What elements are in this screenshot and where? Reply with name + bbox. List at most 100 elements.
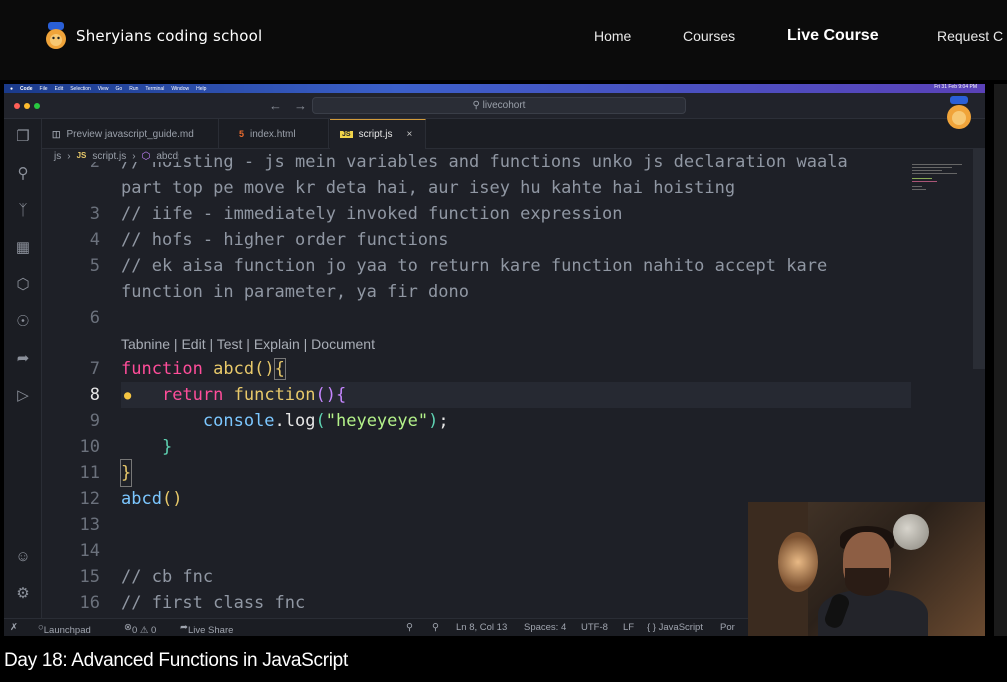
menu-run: Run: [129, 85, 139, 92]
line-number: 8: [89, 385, 100, 405]
source-control-icon: ᛉ: [18, 202, 28, 219]
code-line: return function(){: [161, 385, 347, 405]
menu-view: View: [97, 85, 109, 92]
code-line: console.log("heyeyeye");: [202, 411, 449, 431]
account-icon: ☺: [15, 548, 31, 565]
code-line: // cb fnc: [121, 567, 214, 587]
editor-scrollbar: [973, 149, 985, 369]
menu-help: Help: [196, 85, 207, 92]
forward-arrow-icon: →: [294, 98, 307, 113]
lamp: [778, 532, 818, 592]
code-line: abcd(): [121, 489, 183, 509]
run-debug-icon: ▷: [17, 387, 29, 404]
tab-preview: ◫ Preview javascript_guide.md: [42, 119, 219, 149]
line-number: 4: [89, 230, 100, 250]
close-dot: [14, 103, 20, 109]
cursor-position: Ln 8, Col 13: [456, 622, 508, 633]
code-line: part top pe move kr deta hai, aur isey h…: [121, 178, 736, 198]
line-number: 7: [89, 359, 100, 379]
language-mode: { } JavaScript: [647, 622, 703, 633]
tab-label: Preview javascript_guide.md: [66, 128, 194, 140]
problems-count: 0 ⚠ 0: [131, 625, 157, 636]
zoom-dot: [34, 103, 40, 109]
zoom-icon: ⚲: [432, 622, 439, 633]
crumb-folder: js: [54, 151, 62, 162]
encoding: UTF-8: [581, 622, 608, 633]
clock: Fri 31 Feb 9:04 PM: [934, 84, 977, 90]
js-icon: JS: [340, 131, 353, 138]
vscode-titlebar: ← → ⚲ livecohort: [4, 93, 985, 119]
line-number: 10: [79, 437, 100, 457]
menu-window: Window: [171, 85, 190, 92]
line-number: 9: [89, 411, 100, 431]
nav-request[interactable]: Request C: [937, 28, 1003, 44]
code-line: }: [121, 437, 173, 457]
explorer-icon: ❐: [16, 128, 30, 145]
menu-edit: Edit: [54, 85, 64, 92]
command-center-search: ⚲ livecohort: [312, 97, 686, 114]
settings-gear-icon: ⚙: [16, 585, 30, 602]
menu-file: File: [39, 85, 48, 92]
code-line: // hofs - higher order functions: [121, 230, 449, 250]
liveshare-label: Live Share: [187, 625, 234, 636]
line-number: 3: [89, 204, 100, 224]
code-line: function in parameter, ya fir dono: [121, 282, 469, 302]
html-icon: 5: [239, 129, 245, 139]
site-header: Sheryians coding school Home Courses Liv…: [0, 0, 1007, 80]
editor-tabs: ◫ Preview javascript_guide.md 5 index.ht…: [42, 119, 985, 149]
port-status: Por: [720, 622, 735, 633]
minimize-dot: [24, 103, 30, 109]
remote-icon: ✗: [10, 622, 18, 633]
close-tab-icon: ×: [406, 129, 413, 140]
code-line: function abcd(){: [121, 358, 286, 380]
line-ending: LF: [623, 622, 635, 633]
preview-icon: ◫: [52, 128, 61, 139]
pin-icon: ⚲: [406, 622, 413, 633]
nav-home[interactable]: Home: [594, 28, 631, 44]
menu-go: Go: [115, 85, 123, 92]
git-graph-icon: ☉: [16, 313, 30, 330]
search-icon: ⚲: [17, 165, 29, 182]
apple-icon: ●: [10, 85, 14, 92]
menu-code: Code: [20, 85, 33, 92]
tab-label: index.html: [250, 128, 296, 140]
activity-bar: ❐ ⚲ ᛉ ▦ ⬡ ☉ ➦ ▷ ☺ ⚙: [4, 119, 42, 618]
code-line: // ek aisa function jo yaa to return kar…: [121, 256, 828, 276]
status-problems: ⊗ 0 ⚠ 0: [124, 622, 157, 636]
nav-courses[interactable]: Courses: [683, 28, 735, 44]
side-panel-edge: [994, 84, 1007, 636]
line-number: 16: [79, 593, 100, 613]
crumb-symbol: abcd: [156, 151, 179, 162]
code-line: // hoisting - js mein variables and func…: [121, 152, 848, 172]
code-line: }: [119, 459, 133, 487]
line-number: 11: [79, 463, 100, 483]
back-arrow-icon: ←: [269, 98, 282, 113]
presenter-beard: [845, 568, 889, 596]
nav-live-course[interactable]: Live Course: [787, 27, 879, 45]
launchpad-label: Launchpad: [43, 625, 91, 636]
line-number: 6: [89, 308, 100, 328]
menu-selection: Selection: [70, 85, 91, 92]
js-file-icon: JS: [76, 151, 87, 160]
tabnine-codelens[interactable]: Tabnine | Edit | Test | Explain | Docume…: [121, 331, 375, 357]
webcam-overlay: [748, 502, 985, 636]
breadcrumb: js › JS script.js › ⬡ abcd: [54, 151, 179, 162]
crumb-file: script.js: [92, 151, 127, 162]
line-number: 13: [79, 515, 100, 535]
video-player[interactable]: ● Code File Edit Selection View Go Run T…: [4, 84, 985, 636]
mac-menubar: ● Code File Edit Selection View Go Run T…: [4, 84, 985, 93]
live-share-icon: ➦: [16, 350, 30, 367]
line-number: 12: [79, 489, 100, 509]
tab-script-js: JS script.js ×: [330, 119, 426, 149]
tab-label: script.js: [358, 129, 393, 140]
lion-watermark-icon: [947, 96, 971, 129]
moon-poster: [893, 514, 929, 550]
code-line: // iife - immediately invoked function e…: [121, 204, 623, 224]
video-title: Day 18: Advanced Functions in JavaScript: [4, 650, 348, 671]
status-launchpad: ○ Launchpad: [38, 622, 91, 636]
extensions-icon: ▦: [15, 239, 31, 256]
minimap: [912, 164, 962, 190]
line-number: 14: [79, 541, 100, 561]
menu-terminal: Terminal: [145, 85, 165, 92]
symbol-icon: ⬡: [141, 151, 151, 162]
